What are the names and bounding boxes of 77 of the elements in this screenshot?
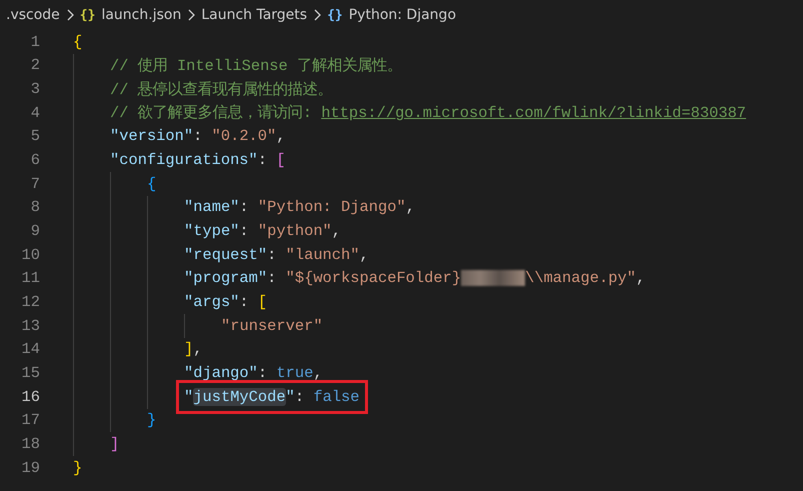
line-number: 9 bbox=[30, 222, 40, 240]
string-value: "python" bbox=[258, 222, 332, 240]
line-number: 19 bbox=[20, 458, 40, 477]
punctuation: : bbox=[267, 246, 278, 264]
punctuation: , bbox=[313, 364, 323, 382]
json-key: "configurations" bbox=[110, 151, 258, 170]
punctuation: , bbox=[360, 246, 369, 264]
line-number: 6 bbox=[30, 151, 40, 170]
line-number: 12 bbox=[20, 293, 40, 312]
line-number: 10 bbox=[20, 246, 40, 264]
json-key: "program" bbox=[184, 269, 268, 288]
json-key: " bbox=[184, 388, 194, 406]
blurred-text bbox=[461, 270, 526, 286]
json-key: " bbox=[286, 388, 295, 406]
string-value: "runserver" bbox=[221, 316, 323, 335]
punctuation: : bbox=[294, 388, 306, 406]
bracket: ] bbox=[110, 434, 120, 453]
punctuation: , bbox=[193, 340, 202, 358]
punctuation: : bbox=[239, 198, 250, 216]
punctuation: : bbox=[239, 293, 250, 312]
line-number: 11 bbox=[20, 269, 40, 288]
line-number: 18 bbox=[20, 434, 40, 453]
punctuation: : bbox=[258, 364, 268, 382]
punctuation: , bbox=[332, 222, 342, 240]
highlighted-word: justMyCode bbox=[193, 388, 286, 406]
link[interactable]: https://go.microsoft.com/fwlink/?linkid=830387 bbox=[321, 104, 746, 122]
bracket: { bbox=[147, 174, 156, 193]
breadcrumb-item[interactable]: launch.json bbox=[101, 7, 182, 23]
chevron-icon bbox=[313, 9, 322, 21]
line-number: 16 bbox=[20, 388, 40, 406]
json-key: "type" bbox=[184, 222, 240, 240]
breadcrumb-item[interactable]: Launch Targets bbox=[201, 7, 308, 23]
boolean-value: false bbox=[313, 388, 360, 406]
line-number: 5 bbox=[30, 127, 40, 146]
string-value: "launch" bbox=[286, 246, 360, 264]
json-key: "args" bbox=[184, 293, 240, 312]
boolean-value: true bbox=[276, 364, 314, 382]
punctuation: : bbox=[239, 222, 250, 240]
chevron-icon bbox=[66, 9, 74, 21]
chevron-icon bbox=[187, 9, 196, 21]
line-number: 15 bbox=[20, 364, 40, 382]
bracket: ] bbox=[184, 340, 194, 358]
json-key: "django" bbox=[184, 364, 258, 382]
line-number: 8 bbox=[30, 198, 40, 216]
json-key: "version" bbox=[110, 127, 194, 146]
line-number: 13 bbox=[20, 316, 40, 335]
line-number: 4 bbox=[30, 104, 40, 122]
comment-text: // 欲了解更多信息，请访问: bbox=[110, 104, 313, 122]
punctuation: : bbox=[267, 269, 278, 288]
line-number: 14 bbox=[20, 340, 40, 358]
string-value: "Python: Django" bbox=[258, 198, 406, 216]
braces-icon: {} bbox=[80, 8, 96, 22]
bracket: [ bbox=[276, 151, 286, 170]
string-value: "0.2.0" bbox=[212, 127, 276, 146]
punctuation: , bbox=[276, 127, 286, 146]
string-value: "${workspaceFolder} bbox=[286, 269, 462, 288]
line-number: 2 bbox=[30, 56, 40, 74]
comment-text: // 使用 IntelliSense 了解相关属性。 bbox=[110, 56, 402, 75]
bracket: { bbox=[73, 32, 82, 51]
line-number: 17 bbox=[20, 411, 40, 430]
comment-text: // 悬停以查看现有属性的描述。 bbox=[110, 80, 333, 99]
json-key: "request" bbox=[184, 246, 268, 264]
breadcrumb-item[interactable]: Python: Django bbox=[348, 7, 456, 23]
punctuation: , bbox=[406, 198, 415, 216]
punctuation: : bbox=[193, 127, 204, 146]
line-number: 7 bbox=[30, 174, 40, 193]
punctuation: , bbox=[636, 269, 646, 288]
breadcrumb-item[interactable]: .vscode bbox=[6, 7, 60, 23]
braces-icon: {} bbox=[327, 8, 343, 22]
bracket: } bbox=[147, 411, 156, 430]
string-value: \\manage.py" bbox=[525, 269, 636, 288]
bracket: } bbox=[73, 458, 82, 477]
punctuation: : bbox=[258, 151, 268, 170]
bracket: [ bbox=[258, 293, 268, 312]
json-key: "name" bbox=[184, 198, 240, 216]
line-number: 3 bbox=[30, 80, 40, 98]
line-number: 1 bbox=[30, 32, 40, 51]
